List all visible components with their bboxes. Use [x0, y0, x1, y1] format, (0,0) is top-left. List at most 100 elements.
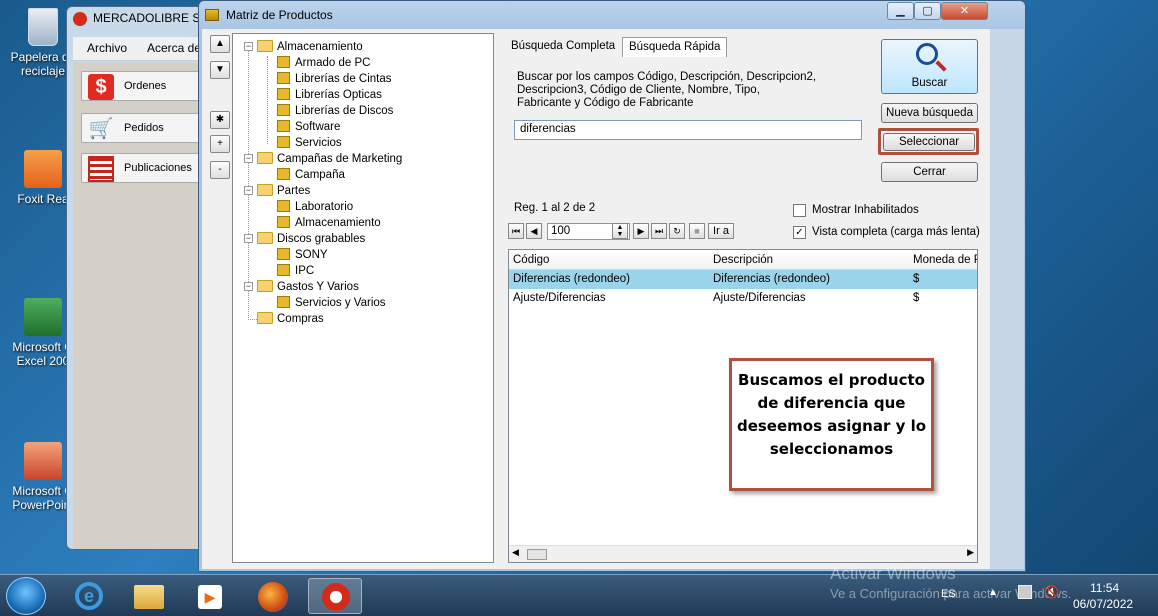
taskbar-explorer[interactable]: [122, 578, 176, 614]
column-header-codigo[interactable]: Código: [513, 251, 549, 269]
volume-muted-icon[interactable]: 🔇: [1044, 585, 1059, 599]
taskbar-mercadolibre-app[interactable]: [308, 578, 362, 614]
first-page-button[interactable]: ⏮: [508, 223, 524, 239]
scroll-left-icon[interactable]: ◀: [512, 547, 519, 558]
item-icon: [277, 200, 290, 212]
magnifier-icon: [916, 43, 938, 65]
tab-busqueda-completa[interactable]: Búsqueda Completa: [505, 37, 621, 57]
tree-node-partes[interactable]: Partes: [257, 183, 310, 199]
mostrar-inhabilitados-checkbox[interactable]: [793, 204, 806, 217]
collapse-button[interactable]: -: [210, 161, 230, 179]
close-button[interactable]: ✕: [941, 2, 988, 20]
product-matrix-dialog: Matriz de Productos ▁ ▢ ✕ ▲ ▼ ✱ + - − Al…: [198, 0, 1026, 572]
tree-node-campana[interactable]: Campaña: [277, 167, 345, 183]
language-indicator[interactable]: ES: [941, 588, 956, 600]
tree-node-software[interactable]: Software: [277, 119, 340, 135]
last-page-button[interactable]: ⏭: [651, 223, 667, 239]
item-icon: [277, 56, 290, 68]
folder-icon: [257, 152, 273, 164]
record-count: Reg. 1 al 2 de 2: [514, 202, 596, 214]
stop-button[interactable]: ■: [689, 223, 705, 239]
tree-node-ipc[interactable]: IPC: [277, 263, 314, 279]
foxit-pdf-icon: [24, 150, 62, 188]
ordenes-button[interactable]: $ Ordenes: [81, 71, 201, 101]
tree-node-laboratorio[interactable]: Laboratorio: [277, 199, 353, 215]
cerrar-button[interactable]: Cerrar: [881, 162, 978, 182]
taskbar-ie[interactable]: e: [62, 578, 116, 614]
dialog-body: ▲ ▼ ✱ + - − Almacenamiento Armado de PC …: [202, 29, 990, 569]
tree-node-sony[interactable]: SONY: [277, 247, 328, 263]
item-icon: [277, 216, 290, 228]
boxes-icon: [205, 9, 219, 21]
tree-node-librerias-de-discos[interactable]: Librerías de Discos: [277, 103, 393, 119]
tree-node-servicios-y-varios[interactable]: Servicios y Varios: [277, 295, 386, 311]
menu-acerca-de[interactable]: Acerca de: [147, 41, 201, 55]
activation-watermark-subtitle: Ve a Configuración para activar Windows.: [830, 586, 1072, 601]
folder-icon: [257, 312, 273, 324]
tree-node-gastos-y-varios[interactable]: Gastos Y Varios: [257, 279, 359, 295]
tree-node-servicios[interactable]: Servicios: [277, 135, 342, 151]
recycle-bin-icon: [28, 8, 58, 46]
list-icon: [88, 156, 114, 182]
move-down-button[interactable]: ▼: [210, 61, 230, 79]
buscar-button[interactable]: Buscar: [881, 39, 978, 94]
annotation-callout: Buscamos el producto de diferencia que d…: [729, 358, 934, 491]
expand-button[interactable]: +: [210, 135, 230, 153]
folder-icon: [257, 280, 273, 292]
tree-node-librerias-de-cintas[interactable]: Librerías de Cintas: [277, 71, 392, 87]
tree-node-campanas-marketing[interactable]: Campañas de Marketing: [257, 151, 402, 167]
pedidos-button[interactable]: 🛒 Pedidos: [81, 113, 201, 143]
tree-node-almacenamiento[interactable]: Almacenamiento: [257, 39, 363, 55]
asterisk-button[interactable]: ✱: [210, 111, 230, 129]
column-header-moneda[interactable]: Moneda de P: [913, 251, 977, 269]
scroll-right-icon[interactable]: ▶: [967, 547, 974, 558]
tree-node-compras[interactable]: Compras: [257, 311, 324, 327]
start-button[interactable]: [6, 577, 46, 615]
scroll-thumb[interactable]: [527, 549, 547, 560]
menu-archivo[interactable]: Archivo: [87, 41, 127, 55]
vista-completa-checkbox[interactable]: ✓: [793, 226, 806, 239]
seleccionar-button[interactable]: Seleccionar: [883, 133, 975, 151]
network-icon[interactable]: [1018, 585, 1032, 599]
clock-time[interactable]: 11:54: [1090, 581, 1119, 595]
media-player-icon: ▶: [198, 585, 222, 609]
search-help-text: Buscar por los campos Código, Descripció…: [517, 71, 817, 109]
cart-icon: 🛒: [88, 118, 114, 140]
go-to-button[interactable]: Ir a: [708, 223, 734, 239]
taskbar: e ▶ Activar Windows Ve a Configuración p…: [0, 564, 1158, 616]
tab-busqueda-rapida[interactable]: Búsqueda Rápida: [622, 37, 728, 57]
tree-node-librerias-opticas[interactable]: Librerías Opticas: [277, 87, 382, 103]
refresh-button[interactable]: ↻: [669, 223, 685, 239]
powerpoint-icon: [24, 442, 62, 480]
mostrar-inhabilitados-label: Mostrar Inhabilitados: [812, 204, 919, 216]
table-row[interactable]: Ajuste/Diferencias Ajuste/Diferencias $: [509, 289, 977, 308]
prev-page-button[interactable]: ◀: [526, 223, 542, 239]
dialog-vertical-scrollbar[interactable]: [990, 29, 1024, 569]
search-input[interactable]: diferencias: [514, 120, 862, 140]
clock-date[interactable]: 06/07/2022: [1073, 597, 1133, 611]
app-logo-icon: [73, 12, 87, 26]
move-up-button[interactable]: ▲: [210, 35, 230, 53]
item-icon: [277, 88, 290, 100]
tree-node-armado-de-pc[interactable]: Armado de PC: [277, 55, 370, 71]
taskbar-firefox[interactable]: [246, 578, 300, 614]
folder-icon: [257, 232, 273, 244]
grid-horizontal-scrollbar[interactable]: ◀ ▶: [509, 545, 977, 562]
taskbar-media-player[interactable]: ▶: [182, 578, 236, 614]
minimize-button[interactable]: ▁: [887, 2, 914, 20]
folder-icon: [257, 184, 273, 196]
tray-expand-icon[interactable]: ▲: [988, 587, 998, 598]
publicaciones-button[interactable]: Publicaciones: [81, 153, 201, 183]
page-size-spinner[interactable]: ▲ ▼: [612, 223, 628, 239]
next-page-button[interactable]: ▶: [633, 223, 649, 239]
tree-node-partes-almacenamiento[interactable]: Almacenamiento: [277, 215, 381, 231]
nueva-busqueda-button[interactable]: Nueva búsqueda: [881, 103, 978, 123]
maximize-button[interactable]: ▢: [914, 2, 941, 20]
column-header-descripcion[interactable]: Descripción: [713, 251, 773, 269]
magnifier-handle: [935, 60, 947, 72]
back-side-panel: $ Ordenes 🛒 Pedidos Publicaciones: [73, 63, 203, 549]
category-tree[interactable]: − Almacenamiento Armado de PC Librerías …: [232, 33, 494, 563]
item-icon: [277, 264, 290, 276]
table-row[interactable]: Diferencias (redondeo) Diferencias (redo…: [509, 270, 977, 289]
tree-node-discos-grabables[interactable]: Discos grabables: [257, 231, 365, 247]
